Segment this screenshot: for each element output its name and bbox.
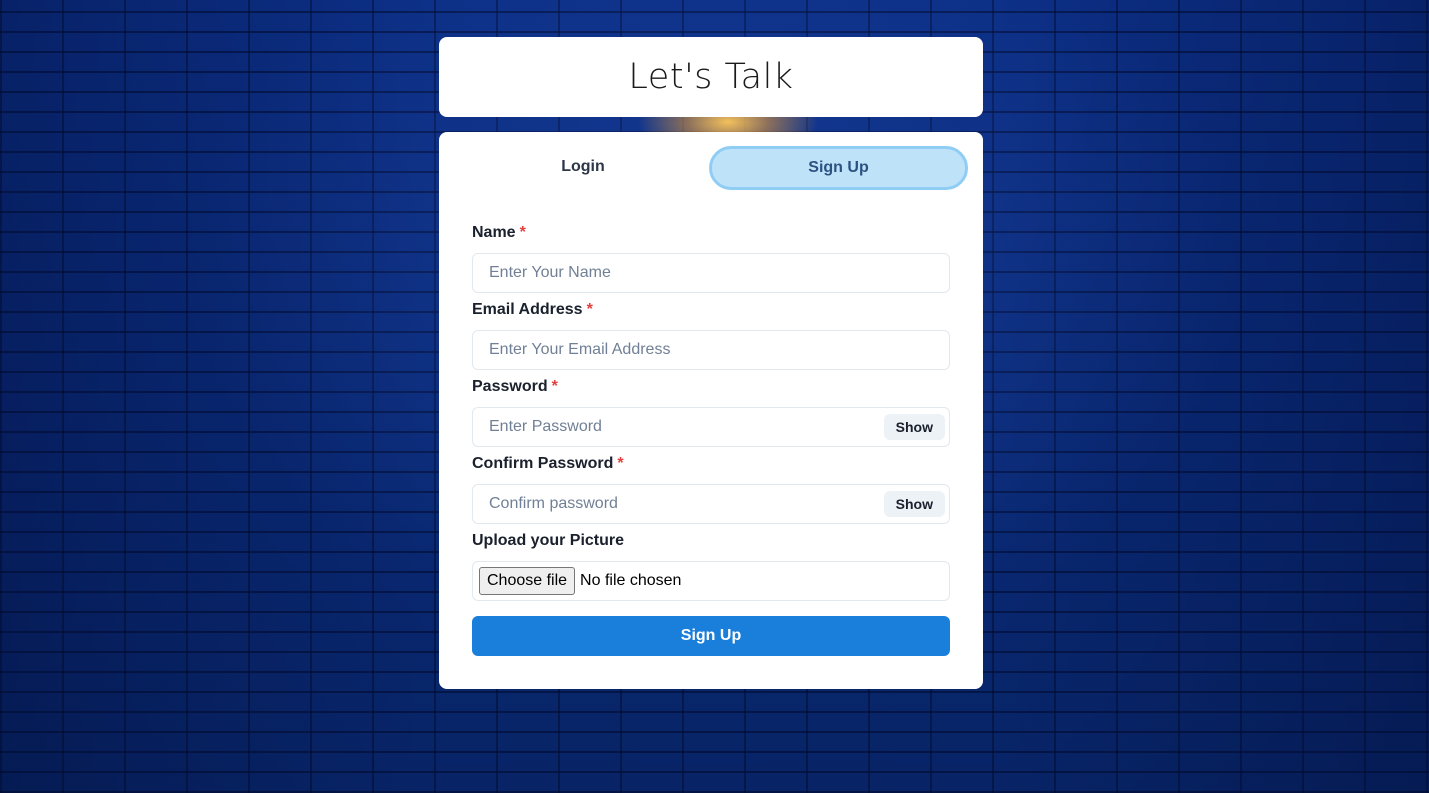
name-label-text: Name [472, 224, 516, 241]
page-background: { "header": { "title": "Let's Talk" }, "… [0, 0, 1429, 793]
app-title: Let's Talk [628, 57, 794, 97]
tab-sign-up[interactable]: Sign Up [709, 146, 968, 190]
upload-picture-label: Upload your Picture [472, 532, 625, 549]
choose-file-button[interactable]: Choose file [479, 567, 576, 595]
name-label: Name * [472, 223, 526, 243]
password-field: Show [472, 407, 950, 447]
picture-file-field: Choose file No file chosen [472, 561, 950, 601]
show-confirm-password-button[interactable]: Show [883, 491, 945, 517]
password-required-marker: * [551, 378, 558, 395]
confirm-password-label: Confirm Password * [472, 454, 624, 474]
sign-up-submit-button[interactable]: Sign Up [472, 616, 950, 656]
auth-form-card: Login Sign Up Name* Email Address* Passw… [439, 132, 983, 689]
email-label-text: Email Address [472, 301, 583, 318]
name-field [472, 253, 950, 293]
password-input[interactable] [473, 408, 949, 446]
email-field [472, 330, 950, 370]
confirm-password-label-text: Confirm Password [472, 455, 614, 472]
email-input[interactable] [473, 331, 949, 369]
confirm-password-input[interactable] [473, 485, 949, 523]
show-password-button[interactable]: Show [883, 414, 945, 440]
confirm-password-field: Show [472, 484, 950, 524]
header-card: Let's Talk [439, 37, 983, 117]
password-label: Password * [472, 377, 558, 397]
name-input[interactable] [473, 254, 949, 292]
confirm-password-required-marker: * [617, 455, 624, 472]
file-status-text: No file chosen [580, 572, 682, 589]
password-label-text: Password [472, 378, 548, 395]
email-label: Email Address * [472, 300, 593, 320]
email-required-marker: * [586, 301, 593, 318]
name-required-marker: * [519, 224, 526, 241]
tab-login[interactable]: Login [455, 146, 711, 188]
